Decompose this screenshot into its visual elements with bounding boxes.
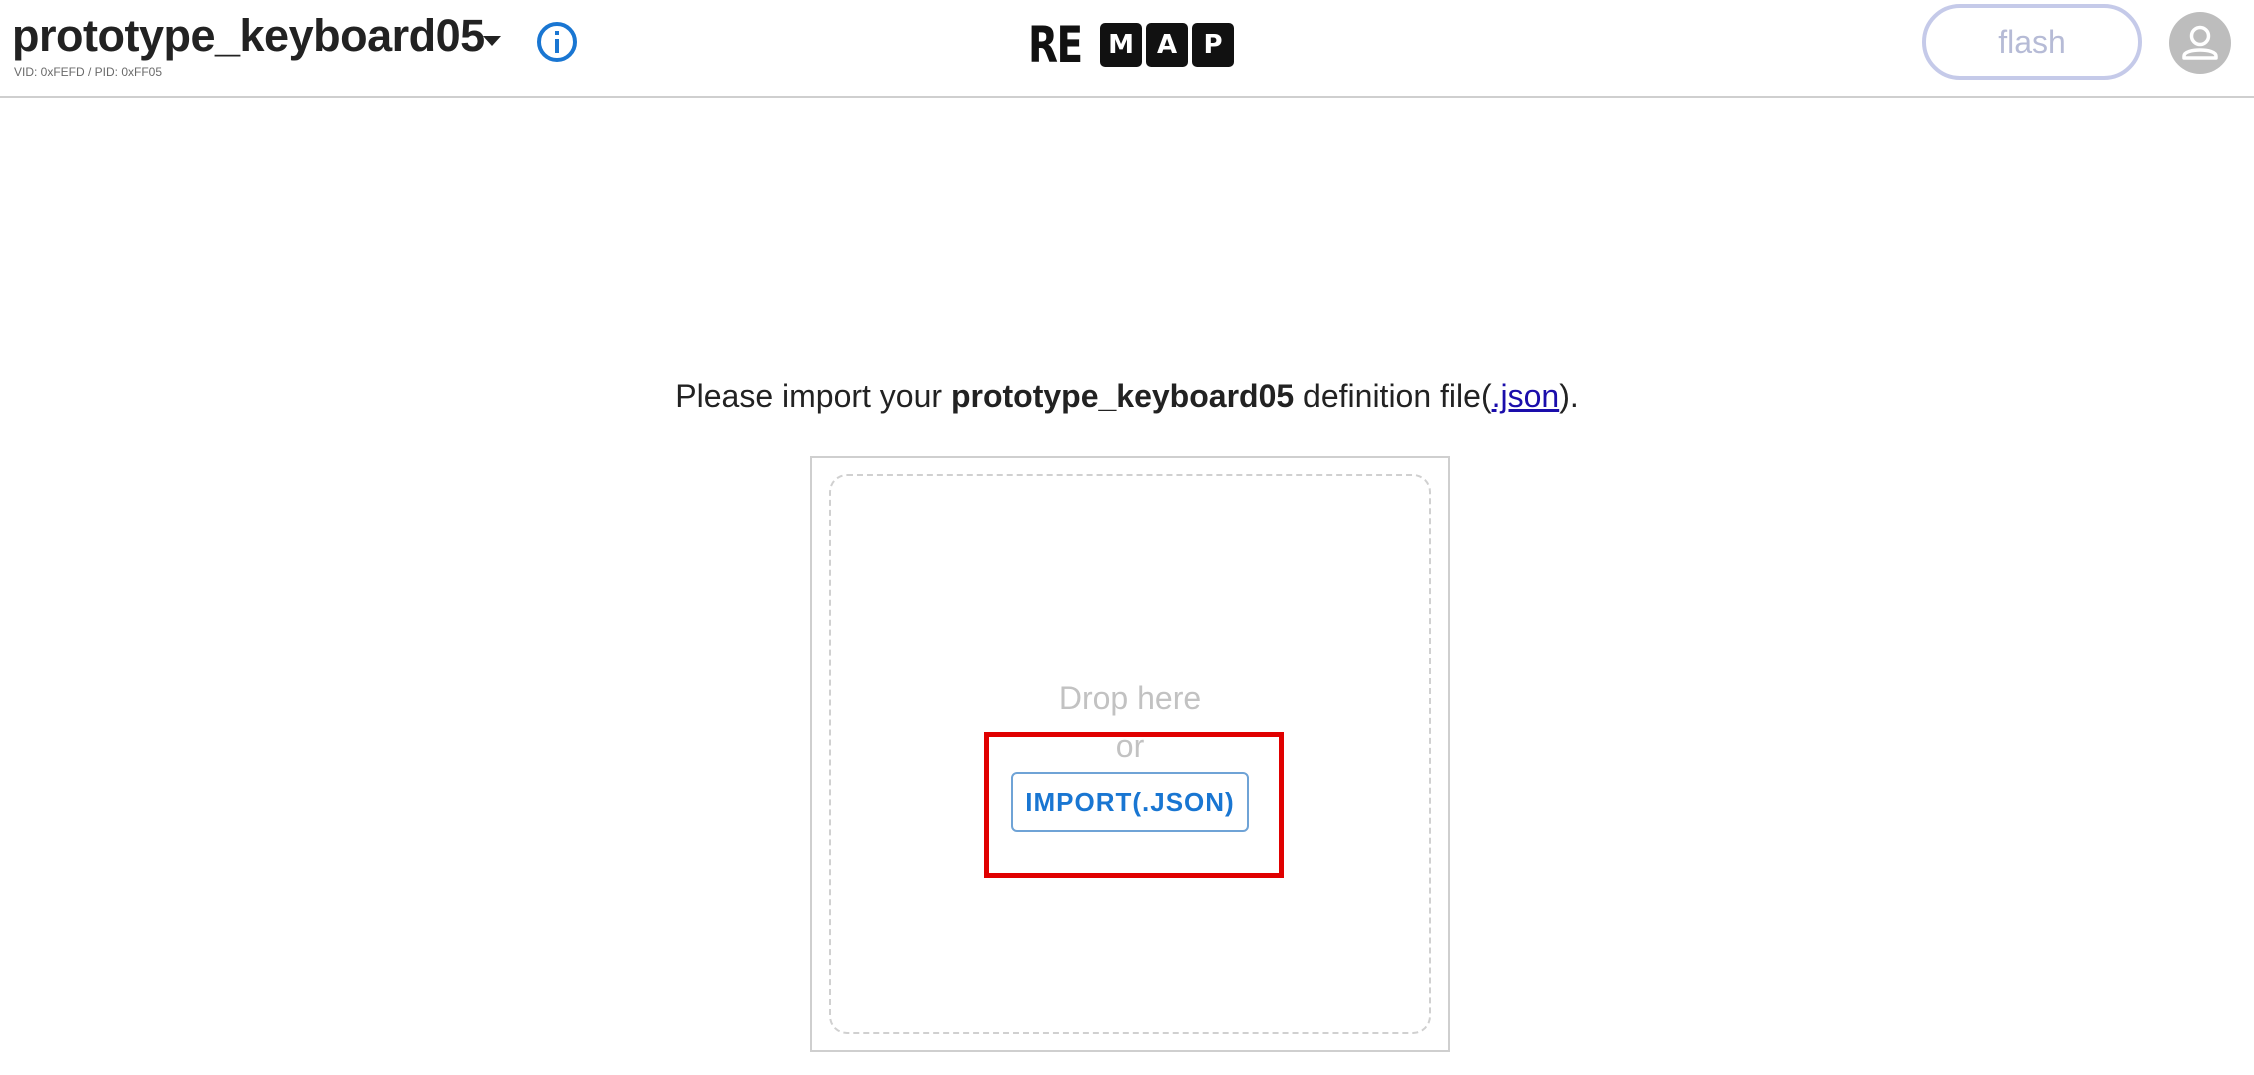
drop-here-text: Drop here	[1058, 680, 1202, 716]
prompt-text-middle: definition file(	[1294, 378, 1492, 414]
vid-pid-label: VID: 0xFEFD / PID: 0xFF05	[14, 65, 163, 79]
logo-letter-p: P	[1192, 23, 1234, 67]
prompt-text-end: ).	[1559, 378, 1579, 414]
prompt-keyboard-name: prototype_keyboard05	[950, 378, 1295, 414]
person-icon	[2182, 25, 2218, 60]
import-instructions: Please import your prototype_keyboard05 …	[0, 378, 2254, 415]
app-header: prototype_keyboard05 VID: 0xFEFD / PID: …	[0, 0, 2254, 98]
logo-letter-a: A	[1146, 23, 1188, 67]
chevron-down-icon[interactable]	[481, 34, 503, 48]
remap-logo: RE M A P	[1028, 20, 1234, 70]
user-avatar-button[interactable]	[2169, 12, 2231, 74]
flash-button[interactable]: flash	[1922, 4, 2142, 80]
import-json-button[interactable]: IMPORT(.JSON)	[1011, 772, 1249, 832]
prompt-text-start: Please import your	[675, 378, 951, 414]
logo-prefix: RE	[1028, 16, 1083, 74]
keyboard-name-title[interactable]: prototype_keyboard05	[12, 8, 485, 64]
logo-letter-m: M	[1100, 23, 1142, 67]
info-circle-icon[interactable]	[535, 20, 579, 64]
json-link[interactable]: .json	[1492, 378, 1560, 414]
